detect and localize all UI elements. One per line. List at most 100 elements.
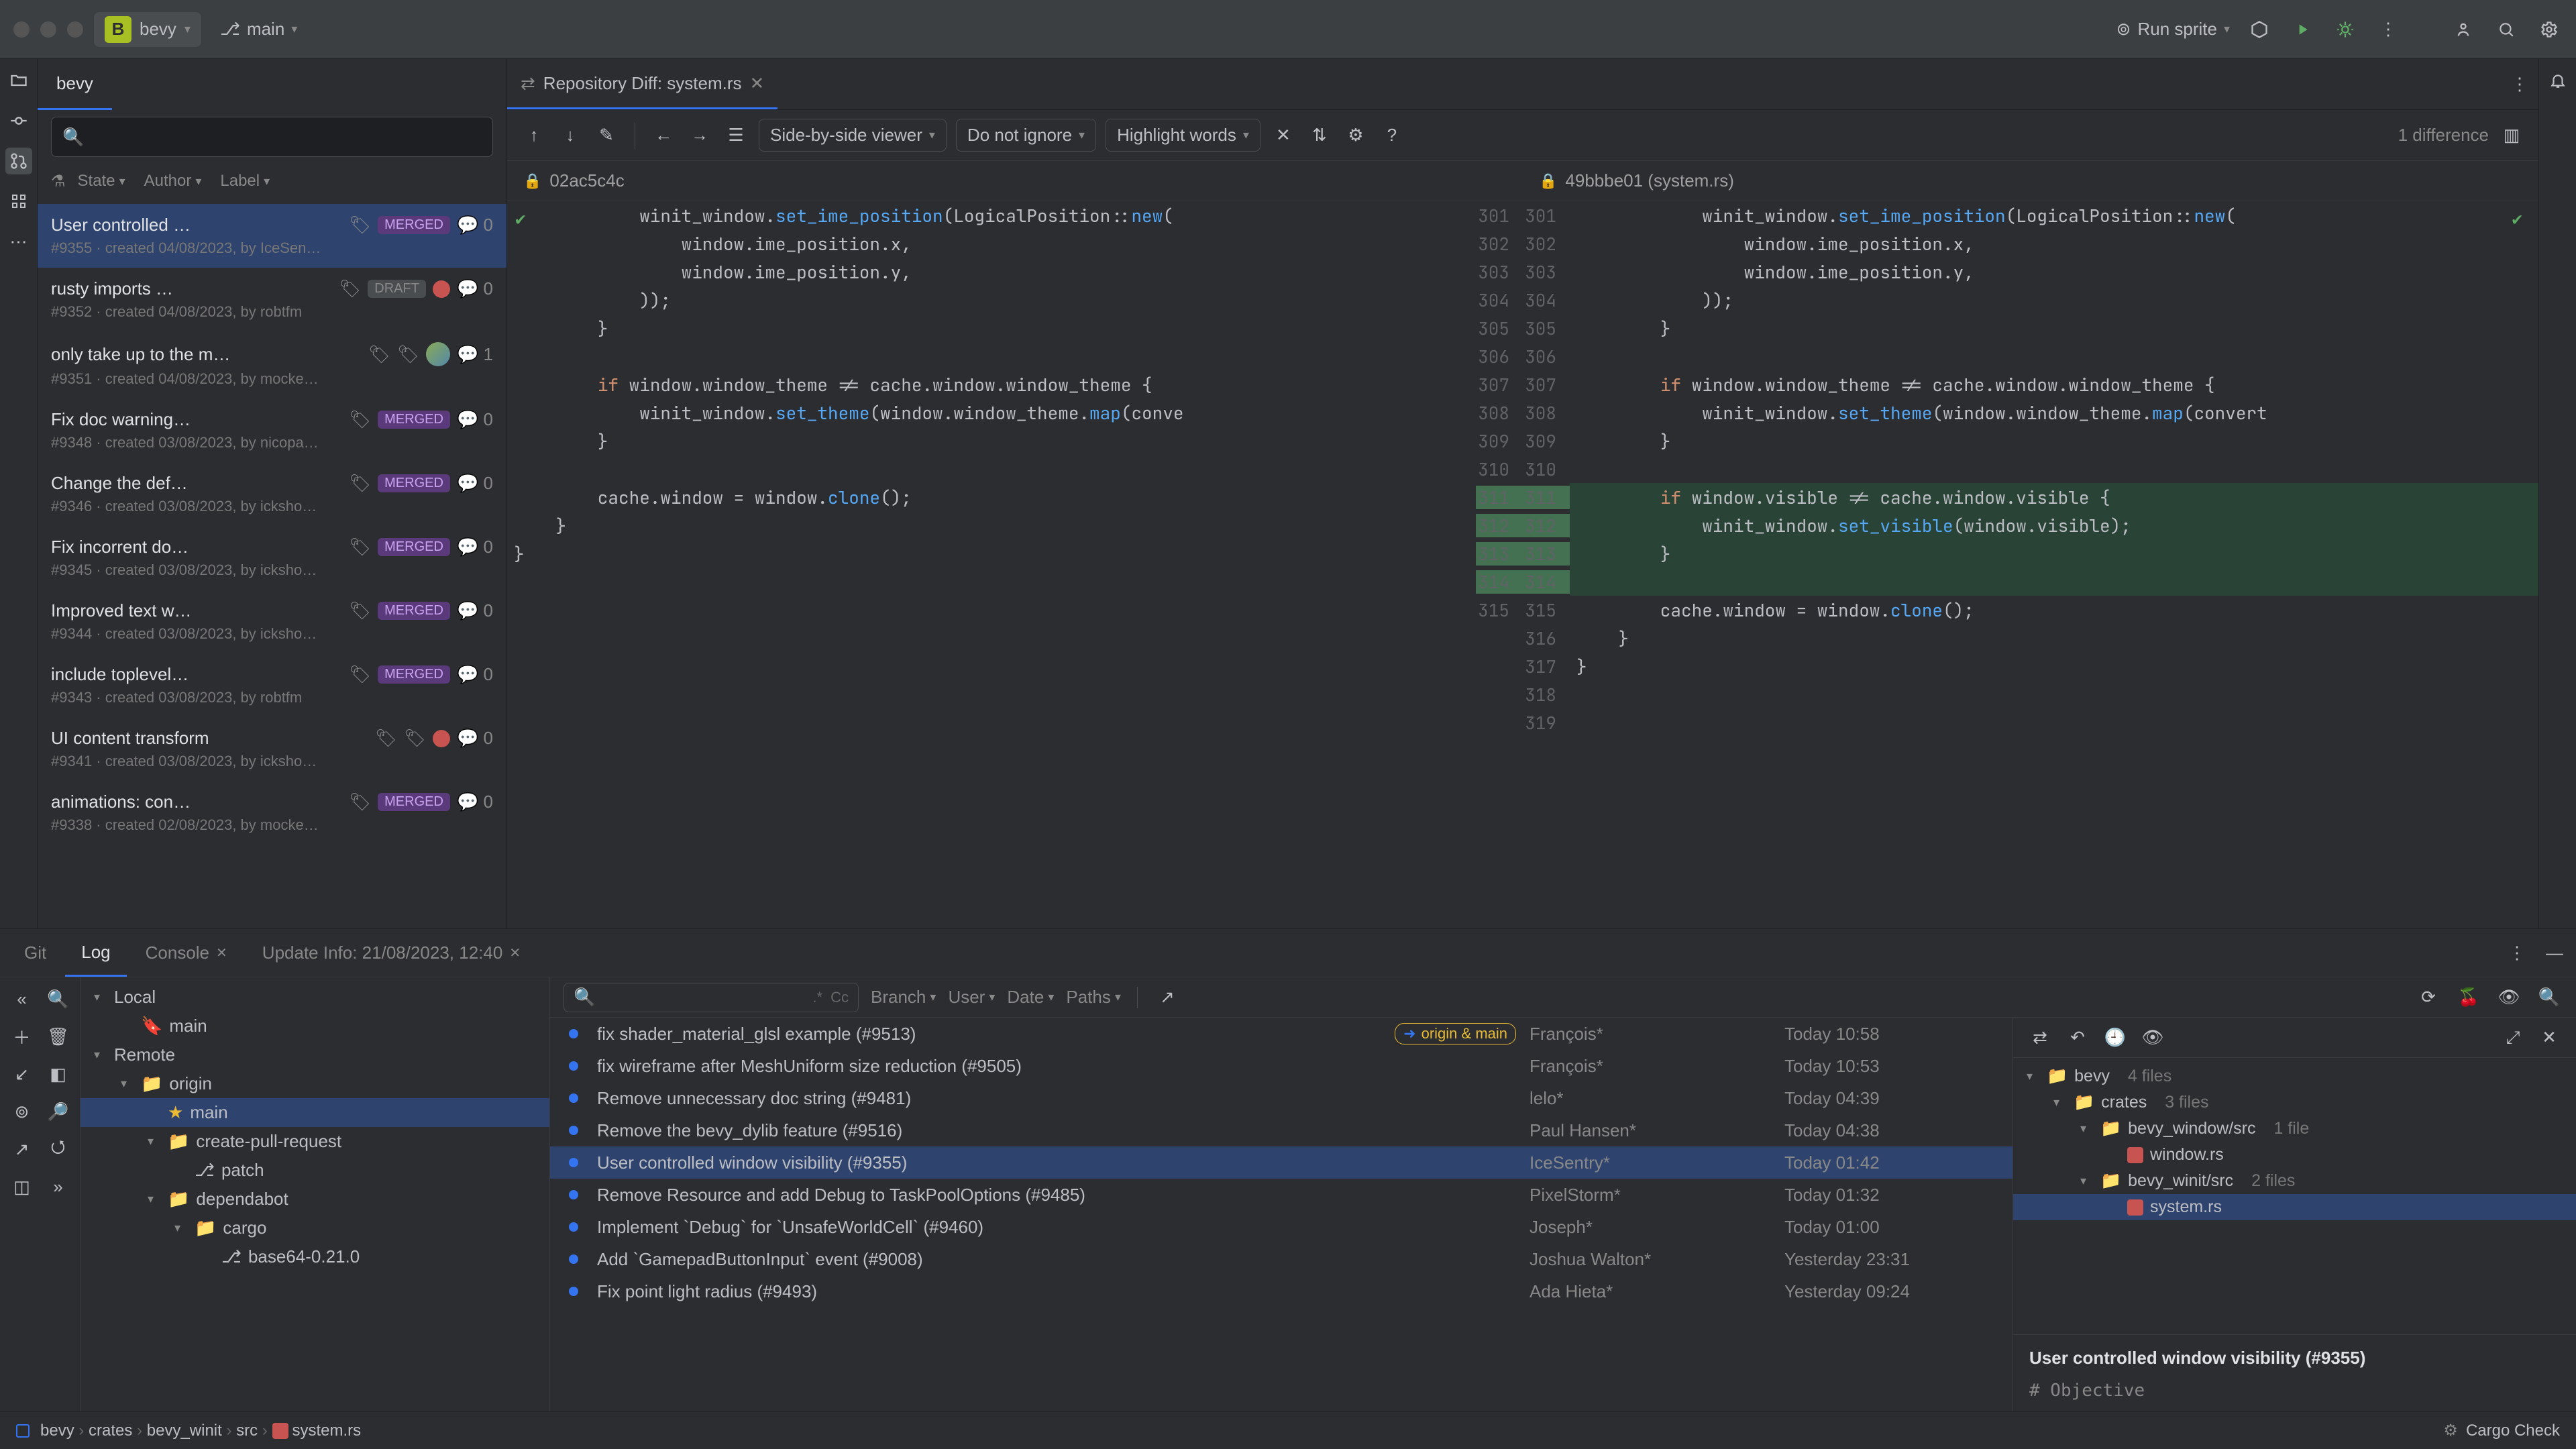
editor-tab-diff[interactable]: ⇄ Repository Diff: system.rs ✕: [507, 59, 777, 109]
pr-item[interactable]: Fix doc warning… 🏷 MERGED 💬 0 #9348 · cr…: [38, 398, 506, 462]
close-icon[interactable]: ✕: [750, 73, 765, 94]
preview-button[interactable]: 👁: [2139, 1024, 2166, 1051]
find-branch-button[interactable]: 🔎: [45, 1098, 72, 1125]
more-actions-button[interactable]: ⋮: [2375, 16, 2402, 43]
close-icon[interactable]: ✕: [216, 945, 227, 961]
run-configuration[interactable]: ⊚ Run sprite ▾: [2116, 19, 2230, 40]
commits-list[interactable]: fix shader_material_glsl example (#9513)…: [550, 1018, 2012, 1411]
delete-branch-button[interactable]: 🗑: [45, 1023, 72, 1050]
tab-update-info[interactable]: Update Info: 21/08/2023, 12:40 ✕: [246, 929, 537, 977]
changed-files-tree[interactable]: ▾📁bevy 4 files ▾📁crates 3 files ▾📁bevy_w…: [2013, 1058, 2576, 1334]
run-button[interactable]: [2289, 16, 2316, 43]
pr-search-input[interactable]: 🔍: [51, 117, 493, 157]
collapse-tree-button[interactable]: «: [9, 985, 36, 1012]
refresh-log-button[interactable]: ⟳: [2415, 984, 2442, 1011]
commit-row[interactable]: Add `GamepadButtonInput` event (#9008) J…: [550, 1243, 2012, 1275]
expand-all-button[interactable]: ⤢: [2500, 1024, 2526, 1051]
filter-state[interactable]: State▾: [71, 169, 132, 193]
fetch-button[interactable]: ↙: [9, 1061, 36, 1087]
branch-origin-main[interactable]: ★main: [80, 1098, 549, 1127]
layout-button[interactable]: ▥: [2498, 122, 2525, 149]
commit-row[interactable]: Remove Resource and add Debug to TaskPoo…: [550, 1179, 2012, 1211]
maximize-window[interactable]: [67, 21, 83, 38]
close-icon[interactable]: ✕: [509, 945, 521, 961]
nav-back-button[interactable]: ←: [650, 122, 677, 149]
pr-item[interactable]: User controlled … 🏷 MERGED 💬 0 #9355 · c…: [38, 204, 506, 268]
refresh-button[interactable]: ⭯: [45, 1136, 72, 1163]
breadcrumb[interactable]: bevy › crates › bevy_winit › src › syste…: [40, 1421, 361, 1440]
pr-list[interactable]: User controlled … 🏷 MERGED 💬 0 #9355 · c…: [38, 204, 506, 928]
collapse-button[interactable]: ✕: [1270, 122, 1297, 149]
code-with-me-button[interactable]: [2450, 16, 2477, 43]
regex-toggle[interactable]: .*: [812, 989, 822, 1006]
pr-item[interactable]: rusty imports … 🏷 DRAFT 💬 0 #9352 · crea…: [38, 268, 506, 331]
new-branch-button[interactable]: ＋: [9, 1023, 36, 1050]
whitespace-combo[interactable]: Do not ignore▾: [956, 119, 1096, 152]
commit-row[interactable]: Remove unnecessary doc string (#9481) le…: [550, 1082, 2012, 1114]
breadcrumb-segment[interactable]: bevy_winit: [147, 1421, 222, 1440]
commits-search-input[interactable]: 🔍 .* Cc: [564, 983, 859, 1012]
viewer-mode-combo[interactable]: Side-by-side viewer▾: [759, 119, 947, 152]
folder-cargo[interactable]: ▾📁cargo: [80, 1214, 549, 1242]
commit-row[interactable]: Implement `Debug` for `UnsafeWorldCell` …: [550, 1211, 2012, 1243]
nav-forward-button[interactable]: →: [686, 122, 713, 149]
branches-tree[interactable]: ▾Local 🔖main ▾Remote ▾📁origin ★main ▾📁cr…: [80, 977, 550, 1411]
commit-row[interactable]: fix shader_material_glsl example (#9513)…: [550, 1018, 2012, 1050]
project-tool-button[interactable]: [5, 67, 32, 94]
commit-row[interactable]: User controlled window visibility (#9355…: [550, 1146, 2012, 1179]
next-diff-button[interactable]: ↓: [557, 122, 584, 149]
notifications-button[interactable]: [2544, 67, 2571, 94]
prev-diff-button[interactable]: ↑: [521, 122, 547, 149]
revert-button[interactable]: ↶: [2064, 1024, 2091, 1051]
pr-item[interactable]: animations: con… 🏷 MERGED 💬 0 #9338 · cr…: [38, 781, 506, 845]
file-window-rs[interactable]: window.rs: [2013, 1142, 2576, 1168]
compare-button[interactable]: ⇄: [2027, 1024, 2053, 1051]
minimize-window[interactable]: [40, 21, 56, 38]
more-tool-button[interactable]: ⋯: [5, 228, 32, 255]
pr-item[interactable]: only take up to the m… 🏷 🏷 💬 1 #9351 · c…: [38, 331, 506, 398]
panel-options-button[interactable]: ⋮: [2504, 940, 2530, 967]
gear-icon[interactable]: ⚙: [2443, 1421, 2458, 1440]
match-case-toggle[interactable]: Cc: [830, 989, 849, 1006]
folder-create-pr[interactable]: ▾📁create-pull-request: [80, 1127, 549, 1156]
settings-button[interactable]: [2536, 16, 2563, 43]
filter-author[interactable]: Author▾: [138, 169, 209, 193]
pr-item[interactable]: UI content transform 🏷 🏷 💬 0 #9341 · cre…: [38, 717, 506, 781]
open-link-button[interactable]: ↗: [1154, 984, 1181, 1011]
pr-item[interactable]: Fix incorrent do… 🏷 MERGED 💬 0 #9345 · c…: [38, 526, 506, 590]
go-to-hash-button[interactable]: 🔍: [2536, 984, 2563, 1011]
cherry-pick-button[interactable]: 🍒: [2455, 984, 2482, 1011]
search-everywhere-button[interactable]: [2493, 16, 2520, 43]
cherry-pick-toolbar-button[interactable]: ⊚: [9, 1098, 36, 1125]
debug-button[interactable]: [2332, 16, 2359, 43]
show-details-button[interactable]: 👁: [2496, 984, 2522, 1011]
pr-item[interactable]: Improved text w… 🏷 MERGED 💬 0 #9344 · cr…: [38, 590, 506, 653]
panel-minimize-button[interactable]: —: [2541, 940, 2568, 967]
commit-row[interactable]: Fix point light radius (#9493) Ada Hieta…: [550, 1275, 2012, 1307]
history-button[interactable]: 🕘: [2102, 1024, 2129, 1051]
filter-date[interactable]: Date▾: [1007, 987, 1054, 1008]
branch-selector[interactable]: ⎇ main ▾: [212, 15, 305, 44]
commit-row[interactable]: Remove the bevy_dylib feature (#9516) Pa…: [550, 1114, 2012, 1146]
diff-button[interactable]: ◧: [45, 1061, 72, 1087]
breadcrumb-segment[interactable]: system.rs: [292, 1421, 362, 1440]
close-window[interactable]: [13, 21, 30, 38]
pr-item[interactable]: include toplevel… 🏷 MERGED 💬 0 #9343 · c…: [38, 653, 506, 717]
branch-patch[interactable]: ⎇patch: [80, 1156, 549, 1185]
branch-local-main[interactable]: 🔖main: [80, 1012, 549, 1040]
branch-base64[interactable]: ⎇base64-0.21.0: [80, 1242, 549, 1271]
remote-origin[interactable]: ▾📁origin: [80, 1069, 549, 1098]
build-button[interactable]: [2246, 16, 2273, 43]
vcs-toolbar-button[interactable]: ◫: [9, 1173, 36, 1200]
list-button[interactable]: ☰: [722, 122, 749, 149]
folder-dependabot[interactable]: ▾📁dependabot: [80, 1185, 549, 1214]
filter-paths[interactable]: Paths▾: [1066, 987, 1121, 1008]
diff-left[interactable]: winit_window.set_ime_position(LogicalPos…: [507, 201, 1476, 928]
diff-right[interactable]: winit_window.set_ime_position(LogicalPos…: [1570, 201, 2538, 928]
filter-branch[interactable]: Branch▾: [871, 987, 936, 1008]
push-button[interactable]: ↗: [9, 1136, 36, 1163]
commit-tool-button[interactable]: [5, 107, 32, 134]
commit-row[interactable]: fix wireframe after MeshUniform size red…: [550, 1050, 2012, 1082]
search-branches-button[interactable]: 🔍: [45, 985, 72, 1012]
diff-settings-button[interactable]: ⚙: [1342, 122, 1369, 149]
